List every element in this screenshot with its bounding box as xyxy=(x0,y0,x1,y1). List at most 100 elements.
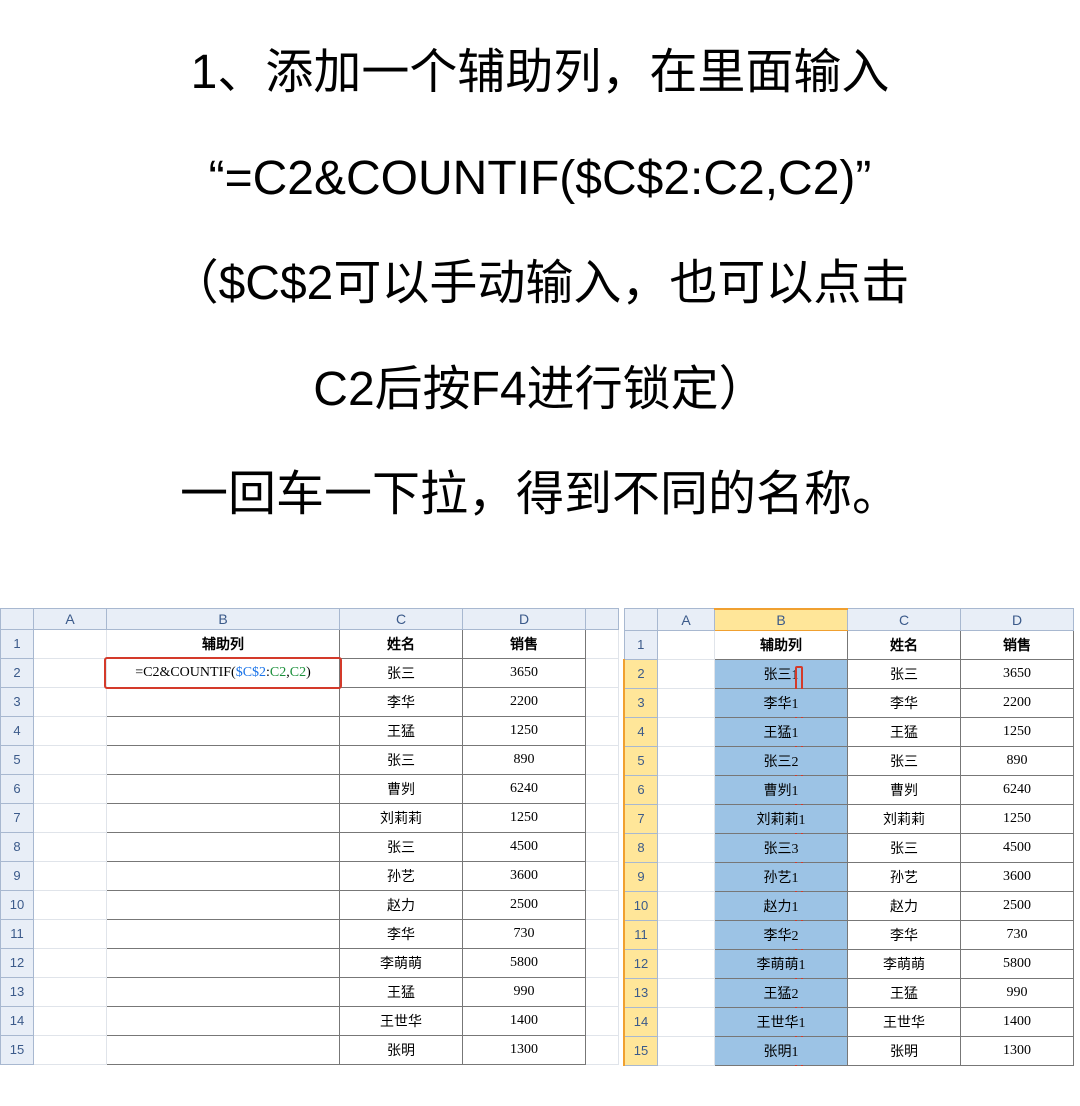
row-header[interactable]: 13 xyxy=(1,977,34,1006)
cell-helper[interactable]: 赵力1 xyxy=(715,891,848,920)
cell-helper[interactable]: 王猛2 xyxy=(715,978,848,1007)
row-header[interactable]: 12 xyxy=(1,948,34,977)
row-header[interactable]: 11 xyxy=(624,920,658,949)
cell[interactable] xyxy=(658,630,715,659)
col-header-d[interactable]: D xyxy=(463,608,586,629)
cell-name[interactable]: 王世华 xyxy=(848,1007,961,1036)
row-header[interactable]: 11 xyxy=(1,919,34,948)
row-header[interactable]: 2 xyxy=(624,659,658,688)
cell[interactable] xyxy=(658,833,715,862)
row-header[interactable]: 3 xyxy=(1,687,34,716)
cell-helper[interactable]: 李萌萌1 xyxy=(715,949,848,978)
cell[interactable] xyxy=(658,1036,715,1065)
row-header[interactable]: 3 xyxy=(624,688,658,717)
col-header-b[interactable]: B xyxy=(107,608,340,629)
row-header[interactable]: 9 xyxy=(1,861,34,890)
row-header[interactable]: 4 xyxy=(1,716,34,745)
cell-helper[interactable] xyxy=(107,745,340,774)
row-header[interactable]: 6 xyxy=(624,775,658,804)
cell[interactable] xyxy=(34,803,107,832)
cell[interactable] xyxy=(34,658,107,687)
cell[interactable] xyxy=(34,1035,107,1064)
cell[interactable] xyxy=(586,629,619,658)
cell[interactable] xyxy=(34,919,107,948)
cell[interactable] xyxy=(658,891,715,920)
cell[interactable] xyxy=(34,629,107,658)
cell-sales[interactable]: 3650 xyxy=(463,658,586,687)
cell[interactable] xyxy=(34,948,107,977)
cell[interactable] xyxy=(658,949,715,978)
row-header[interactable]: 15 xyxy=(1,1035,34,1064)
cell-name[interactable]: 张三 xyxy=(848,833,961,862)
cell-sales[interactable]: 1250 xyxy=(463,716,586,745)
cell-formula[interactable]: =C2&COUNTIF($C$2:C2,C2) xyxy=(107,658,340,687)
cell-helper[interactable] xyxy=(107,977,340,1006)
cell[interactable] xyxy=(586,745,619,774)
cell[interactable] xyxy=(586,948,619,977)
cell-sales[interactable]: 1250 xyxy=(961,804,1074,833)
cell[interactable] xyxy=(586,687,619,716)
cell-helper[interactable]: 李华2 xyxy=(715,920,848,949)
col-header-a[interactable]: A xyxy=(34,608,107,629)
row-header[interactable]: 8 xyxy=(624,833,658,862)
cell-sales[interactable]: 3600 xyxy=(463,861,586,890)
cell-helper[interactable] xyxy=(107,832,340,861)
cell[interactable] xyxy=(34,745,107,774)
cell[interactable] xyxy=(658,978,715,1007)
cell-helper[interactable] xyxy=(107,687,340,716)
cell-name[interactable]: 王猛 xyxy=(340,716,463,745)
cell[interactable] xyxy=(586,1006,619,1035)
cell-sales[interactable]: 1250 xyxy=(463,803,586,832)
cell-name[interactable]: 赵力 xyxy=(848,891,961,920)
row-header[interactable]: 7 xyxy=(1,803,34,832)
cell-helper[interactable] xyxy=(107,774,340,803)
row-header[interactable]: 14 xyxy=(624,1007,658,1036)
cell-helper[interactable]: 王世华1 xyxy=(715,1007,848,1036)
cell[interactable] xyxy=(658,862,715,891)
cell-sales[interactable]: 2500 xyxy=(463,890,586,919)
cell-helper[interactable] xyxy=(107,890,340,919)
cell[interactable] xyxy=(658,659,715,688)
cell-helper[interactable] xyxy=(107,1006,340,1035)
cell-sales[interactable]: 890 xyxy=(463,745,586,774)
cell-helper[interactable] xyxy=(107,1035,340,1064)
cell[interactable] xyxy=(586,861,619,890)
cell-name[interactable]: 张三 xyxy=(340,745,463,774)
cell-sales[interactable]: 6240 xyxy=(463,774,586,803)
header-helper[interactable]: 辅助列 xyxy=(107,629,340,658)
cell-sales[interactable]: 1400 xyxy=(463,1006,586,1035)
cell-name[interactable]: 张明 xyxy=(848,1036,961,1065)
cell[interactable] xyxy=(658,746,715,775)
header-sales[interactable]: 销售 xyxy=(961,630,1074,659)
cell[interactable] xyxy=(34,890,107,919)
cell-name[interactable]: 张三 xyxy=(848,659,961,688)
header-name[interactable]: 姓名 xyxy=(340,629,463,658)
row-header[interactable]: 15 xyxy=(624,1036,658,1065)
cell[interactable] xyxy=(658,920,715,949)
cell[interactable] xyxy=(586,832,619,861)
cell-sales[interactable]: 990 xyxy=(961,978,1074,1007)
cell[interactable] xyxy=(34,716,107,745)
cell-helper[interactable]: 李华1 xyxy=(715,688,848,717)
cell[interactable] xyxy=(658,775,715,804)
cell[interactable] xyxy=(586,774,619,803)
cell-name[interactable]: 李华 xyxy=(340,919,463,948)
cell-name[interactable]: 张三 xyxy=(848,746,961,775)
cell-sales[interactable]: 4500 xyxy=(961,833,1074,862)
cell-sales[interactable]: 2200 xyxy=(961,688,1074,717)
cell[interactable] xyxy=(586,919,619,948)
cell[interactable] xyxy=(586,658,619,687)
cell-helper[interactable]: 张三3 xyxy=(715,833,848,862)
cell[interactable] xyxy=(586,890,619,919)
cell-name[interactable]: 孙艺 xyxy=(848,862,961,891)
cell-name[interactable]: 赵力 xyxy=(340,890,463,919)
cell-helper[interactable]: 王猛1 xyxy=(715,717,848,746)
cell-name[interactable]: 李华 xyxy=(848,688,961,717)
cell-name[interactable]: 王猛 xyxy=(848,717,961,746)
cell-name[interactable]: 王世华 xyxy=(340,1006,463,1035)
row-header[interactable]: 8 xyxy=(1,832,34,861)
cell[interactable] xyxy=(658,717,715,746)
cell-name[interactable]: 李萌萌 xyxy=(340,948,463,977)
cell[interactable] xyxy=(34,977,107,1006)
cell[interactable] xyxy=(34,774,107,803)
